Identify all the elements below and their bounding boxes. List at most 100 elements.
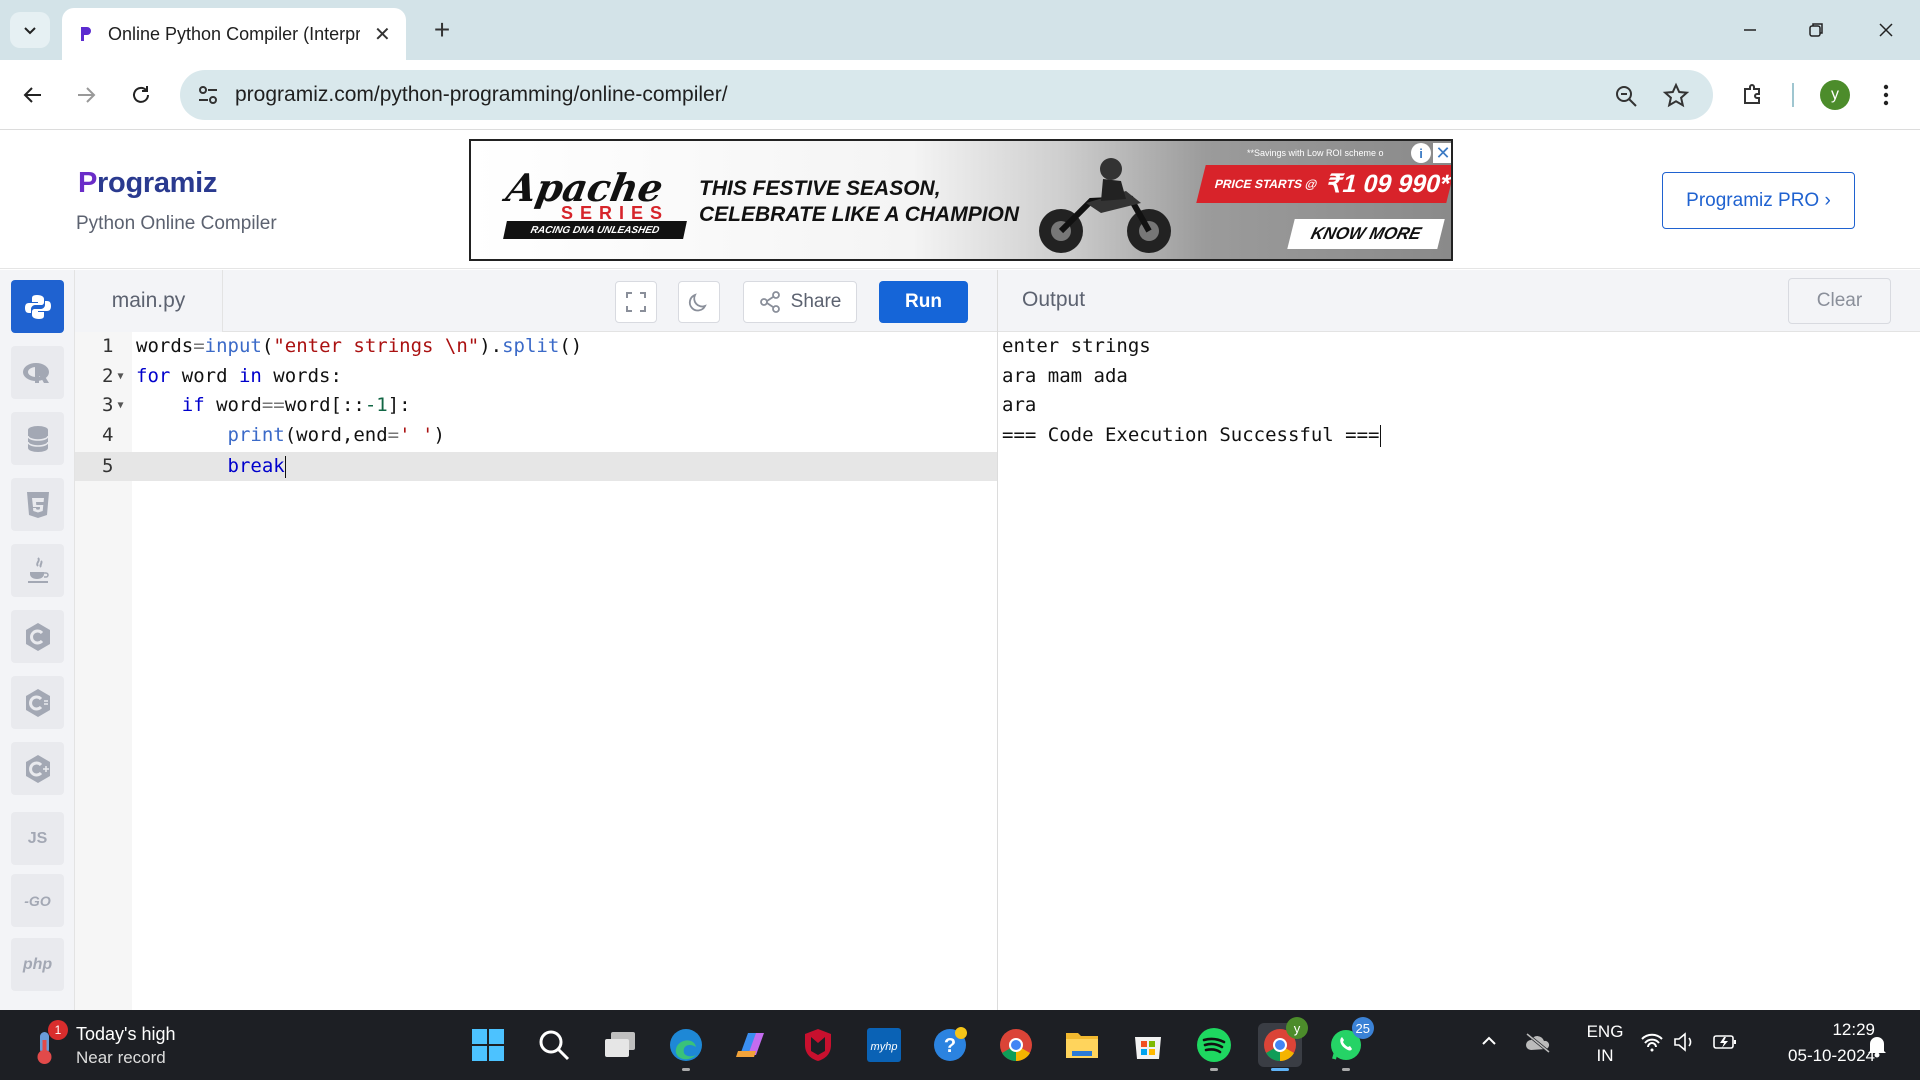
js-language-button[interactable]: JS bbox=[11, 812, 64, 865]
ms-store-app[interactable] bbox=[1126, 1023, 1170, 1067]
site-settings-icon[interactable] bbox=[196, 83, 220, 107]
spotify-app[interactable] bbox=[1192, 1023, 1236, 1071]
close-window-button[interactable] bbox=[1862, 12, 1910, 48]
tab-search-button[interactable] bbox=[10, 12, 50, 48]
mcafee-shield-icon bbox=[805, 1029, 831, 1061]
search-button[interactable] bbox=[532, 1023, 576, 1067]
forward-button[interactable] bbox=[68, 77, 104, 113]
html-language-button[interactable] bbox=[11, 478, 64, 531]
help-icon: ? bbox=[934, 1027, 967, 1061]
volume-button[interactable] bbox=[1673, 1032, 1697, 1057]
input-language-line2[interactable]: IN bbox=[1580, 1046, 1630, 1066]
ad-tagline: RACING DNA UNLEASHED bbox=[503, 221, 687, 239]
onedrive-button[interactable] bbox=[1524, 1032, 1552, 1059]
address-bar[interactable]: programiz.com/python-programming/online-… bbox=[180, 70, 1713, 120]
reload-button[interactable] bbox=[123, 77, 159, 113]
browser-tab-active[interactable]: Online Python Compiler (Interpreter) ✕ bbox=[62, 8, 406, 60]
sql-language-button[interactable] bbox=[11, 412, 64, 465]
php-language-button[interactable]: php bbox=[11, 938, 64, 991]
task-view-button[interactable] bbox=[598, 1023, 642, 1067]
csharp-language-button[interactable] bbox=[11, 676, 64, 729]
copilot-app[interactable] bbox=[730, 1023, 774, 1067]
java-language-button[interactable] bbox=[11, 544, 64, 597]
browser-tabstrip: Online Python Compiler (Interpreter) ✕ + bbox=[0, 0, 1920, 60]
tab-close-icon[interactable]: ✕ bbox=[374, 22, 391, 47]
code-line[interactable]: print(word,end=' ') bbox=[136, 421, 445, 450]
code-line[interactable]: break bbox=[136, 452, 286, 481]
notifications-button[interactable] bbox=[1866, 1034, 1888, 1063]
get-help-app[interactable]: ? bbox=[928, 1023, 972, 1067]
ad-price-value: ₹1 09 990* bbox=[1323, 170, 1453, 198]
zoom-icon[interactable] bbox=[1612, 82, 1640, 110]
url-text[interactable]: programiz.com/python-programming/online-… bbox=[235, 83, 728, 107]
browser-menu-button[interactable] bbox=[1868, 77, 1904, 113]
chrome-profile-app[interactable]: y bbox=[1258, 1017, 1308, 1071]
clear-button[interactable]: Clear bbox=[1788, 278, 1891, 324]
wifi-button[interactable] bbox=[1641, 1032, 1663, 1057]
mcafee-app[interactable] bbox=[796, 1023, 840, 1067]
fold-arrow-icon[interactable]: ▼ bbox=[117, 400, 123, 411]
clock-date[interactable]: 05-10-2024 bbox=[1760, 1046, 1875, 1066]
restore-button[interactable] bbox=[1792, 12, 1840, 48]
logo-initial: P bbox=[78, 167, 98, 199]
minimize-button[interactable] bbox=[1726, 12, 1774, 48]
start-button[interactable] bbox=[466, 1023, 510, 1067]
cpp-language-button[interactable] bbox=[11, 742, 64, 795]
ad-know-more-button[interactable]: KNOW MORE bbox=[1287, 219, 1445, 249]
line-number: 1 bbox=[102, 335, 114, 357]
dark-mode-button[interactable] bbox=[678, 281, 720, 323]
new-tab-button[interactable]: + bbox=[424, 12, 460, 48]
weather-subtitle[interactable]: Near record bbox=[76, 1048, 166, 1068]
minimize-icon bbox=[1744, 29, 1756, 31]
chrome-profile-badge: y bbox=[1286, 1017, 1308, 1039]
code-line[interactable]: for word in words: bbox=[136, 362, 342, 391]
input-language-line1[interactable]: ENG bbox=[1580, 1022, 1630, 1042]
advertisement-banner[interactable]: Apache SERIES RACING DNA UNLEASHED THIS … bbox=[469, 139, 1453, 261]
file-tab-main-py[interactable]: main.py bbox=[75, 270, 223, 332]
text-caret bbox=[1379, 424, 1381, 447]
chrome-app[interactable] bbox=[994, 1023, 1038, 1067]
bookmark-star-icon[interactable] bbox=[1662, 82, 1690, 110]
edge-app[interactable] bbox=[664, 1023, 708, 1071]
search-icon bbox=[539, 1030, 570, 1061]
chevron-up-icon bbox=[1482, 1036, 1496, 1045]
java-icon bbox=[27, 556, 49, 583]
myhp-icon: myhp bbox=[867, 1028, 901, 1062]
panel-divider[interactable] bbox=[997, 270, 998, 1010]
ad-info-icon[interactable]: i bbox=[1411, 143, 1431, 163]
battery-charging-icon bbox=[1713, 1035, 1736, 1049]
editor-header: main.py Share Run bbox=[75, 270, 997, 332]
python-language-button[interactable] bbox=[11, 280, 64, 333]
r-language-button[interactable] bbox=[11, 346, 64, 399]
ad-fine-print: **Savings with Low ROI scheme o bbox=[1247, 148, 1384, 158]
ad-headline-1: THIS FESTIVE SEASON, bbox=[699, 177, 941, 200]
code-line[interactable]: words=input("enter strings \n").split() bbox=[136, 332, 582, 361]
code-line[interactable]: if word==word[::-1]: bbox=[136, 391, 411, 420]
weather-title[interactable]: Today's high bbox=[76, 1024, 176, 1045]
run-button[interactable]: Run bbox=[879, 281, 968, 323]
ad-close-icon[interactable]: ✕ bbox=[1433, 143, 1451, 163]
fold-arrow-icon[interactable]: ▼ bbox=[117, 371, 123, 382]
myhp-app[interactable]: myhp bbox=[862, 1023, 906, 1067]
programiz-pro-button[interactable]: Programiz PRO › bbox=[1662, 172, 1855, 229]
share-button[interactable]: Share bbox=[743, 281, 857, 323]
output-header: Output Clear bbox=[998, 270, 1920, 332]
show-hidden-icons-button[interactable] bbox=[1480, 1032, 1498, 1055]
site-header: Programiz Python Online Compiler Apache … bbox=[0, 131, 1920, 269]
fullscreen-button[interactable] bbox=[615, 281, 657, 323]
programiz-logo[interactable]: Programiz bbox=[78, 167, 217, 200]
puzzle-icon bbox=[1744, 84, 1760, 104]
whatsapp-app[interactable]: 25 bbox=[1324, 1017, 1374, 1071]
go-language-button[interactable]: -GO bbox=[11, 874, 64, 927]
c-icon bbox=[25, 622, 50, 651]
toolbar-divider bbox=[1792, 83, 1794, 107]
reload-icon bbox=[133, 86, 149, 103]
battery-button[interactable] bbox=[1712, 1032, 1738, 1057]
copilot-icon bbox=[736, 1033, 764, 1057]
back-button[interactable] bbox=[15, 77, 51, 113]
file-explorer-app[interactable] bbox=[1060, 1023, 1104, 1067]
profile-avatar[interactable]: y bbox=[1820, 80, 1850, 110]
c-language-button[interactable] bbox=[11, 610, 64, 663]
extensions-button[interactable] bbox=[1735, 77, 1771, 113]
forward-arrow-icon bbox=[78, 87, 96, 103]
